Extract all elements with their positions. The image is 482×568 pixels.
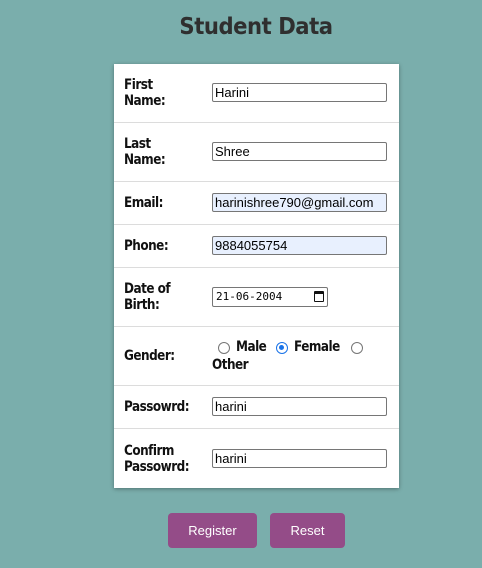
reset-button[interactable]: Reset	[270, 513, 345, 548]
email-label: Email:	[124, 195, 163, 211]
gender-female-radio[interactable]	[276, 342, 288, 354]
last-name-input[interactable]	[212, 142, 387, 161]
dob-label: Date of Birth:	[124, 281, 171, 313]
form-row-email: Email:	[114, 182, 399, 225]
calendar-icon[interactable]	[314, 291, 324, 302]
email-input[interactable]	[212, 193, 387, 212]
form-row-gender: Gender: Male Female Other	[114, 327, 399, 386]
last-name-label: Last Name:	[124, 136, 166, 168]
phone-label: Phone:	[124, 238, 169, 254]
confirm-password-label: Confirm Passowrd:	[124, 442, 190, 475]
form-row-first-name: First Name:	[114, 64, 399, 123]
student-form: First Name: Last Name: Email: Phone: Dat…	[114, 64, 399, 488]
confirm-password-input[interactable]	[212, 448, 387, 468]
form-row-confirm-password: Confirm Passowrd:	[114, 429, 399, 488]
page-title: Student Data	[179, 14, 333, 40]
form-row-last-name: Last Name:	[114, 123, 399, 182]
gender-other-radio[interactable]	[351, 342, 363, 354]
gender-male-radio[interactable]	[218, 342, 230, 354]
gender-options: Male Female Other	[212, 339, 392, 375]
gender-label: Gender:	[124, 348, 175, 364]
phone-input[interactable]	[212, 236, 387, 255]
dob-value: 21-06-2004	[216, 290, 283, 303]
dob-input[interactable]: 21-06-2004	[212, 287, 328, 307]
password-label: Passowrd:	[124, 399, 190, 415]
gender-female-label: Female	[294, 339, 340, 355]
form-row-dob: Date of Birth: 21-06-2004	[114, 268, 399, 327]
first-name-label: First Name:	[124, 77, 166, 109]
form-row-phone: Phone:	[114, 225, 399, 268]
register-button[interactable]: Register	[168, 513, 257, 548]
gender-male-label: Male	[236, 339, 267, 355]
password-input[interactable]	[212, 397, 387, 416]
form-row-password: Passowrd:	[114, 386, 399, 429]
first-name-input[interactable]	[212, 83, 387, 102]
gender-other-label: Other	[212, 357, 249, 373]
page: { "title": "Student Data", "form": { "fi…	[0, 0, 482, 568]
